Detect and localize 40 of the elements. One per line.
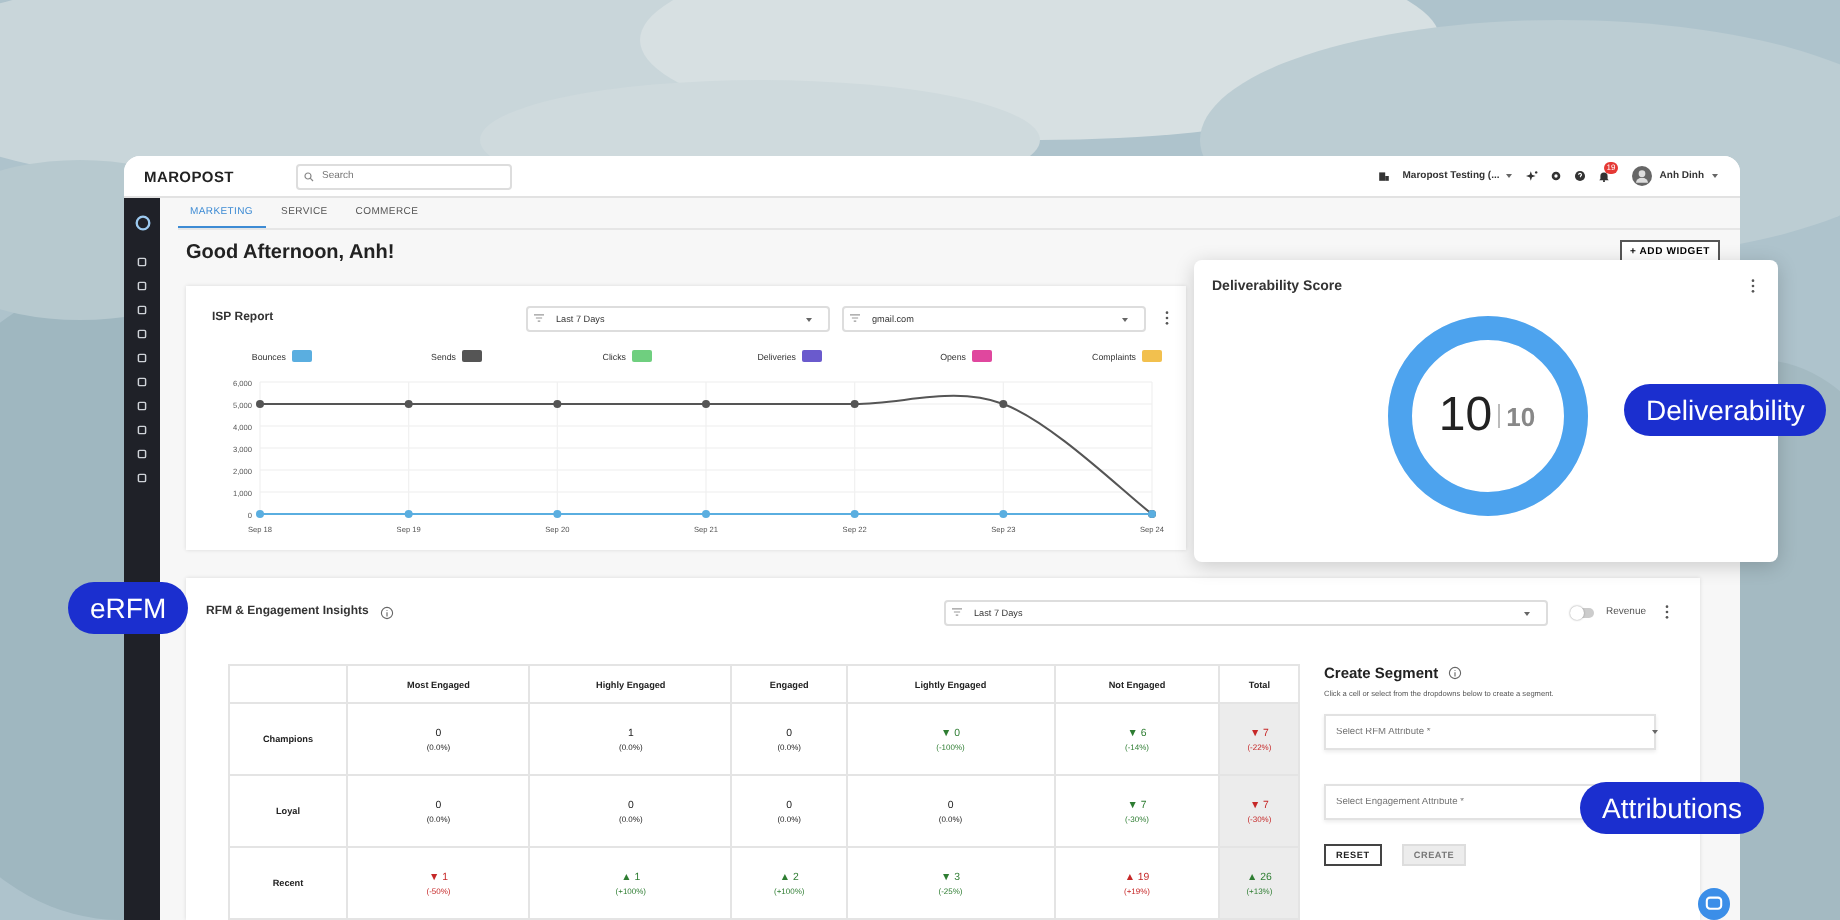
avatar-icon[interactable]	[1631, 166, 1652, 186]
revenue-toggle[interactable]	[1571, 607, 1594, 617]
filter-icon	[850, 313, 860, 321]
filter-icon	[951, 607, 962, 615]
data-point	[999, 510, 1008, 518]
callout-tooltip: Attributions	[1580, 782, 1765, 834]
settings-icon[interactable]	[1549, 170, 1562, 182]
sparkle-icon[interactable]	[1525, 170, 1538, 182]
chat-icon[interactable]	[1698, 888, 1730, 920]
building-icon	[1378, 170, 1391, 182]
greeting: Good Afternoon, Anh!	[186, 241, 395, 263]
data-point	[404, 510, 413, 518]
caret-icon[interactable]	[1712, 174, 1718, 178]
score-max: 10	[1506, 401, 1536, 431]
info-icon[interactable]	[380, 605, 395, 619]
callout-tooltip: eRFM	[68, 582, 189, 634]
caret-icon[interactable]	[1505, 174, 1512, 178]
caret-icon	[1122, 317, 1128, 321]
data-point	[256, 400, 264, 408]
data-point	[553, 510, 562, 518]
more-icon[interactable]	[1750, 278, 1756, 294]
caret-icon	[1523, 611, 1530, 615]
caret-icon	[1652, 730, 1658, 734]
help-icon[interactable]	[1573, 170, 1586, 182]
caret-icon	[806, 317, 812, 321]
data-point	[702, 400, 710, 408]
info-icon[interactable]	[1448, 666, 1463, 680]
data-point	[256, 510, 264, 518]
bell-icon[interactable]	[1597, 170, 1610, 182]
filter-icon	[534, 313, 544, 321]
callout-tooltip: Deliverability	[1624, 384, 1827, 436]
data-point	[404, 400, 413, 408]
more-icon[interactable]	[1164, 310, 1170, 326]
data-point	[999, 400, 1008, 408]
more-icon[interactable]	[1664, 604, 1670, 620]
data-point	[850, 400, 859, 408]
data-point	[850, 510, 859, 518]
score-value: 10	[1438, 388, 1493, 444]
data-point	[702, 510, 710, 518]
data-point	[553, 400, 562, 408]
